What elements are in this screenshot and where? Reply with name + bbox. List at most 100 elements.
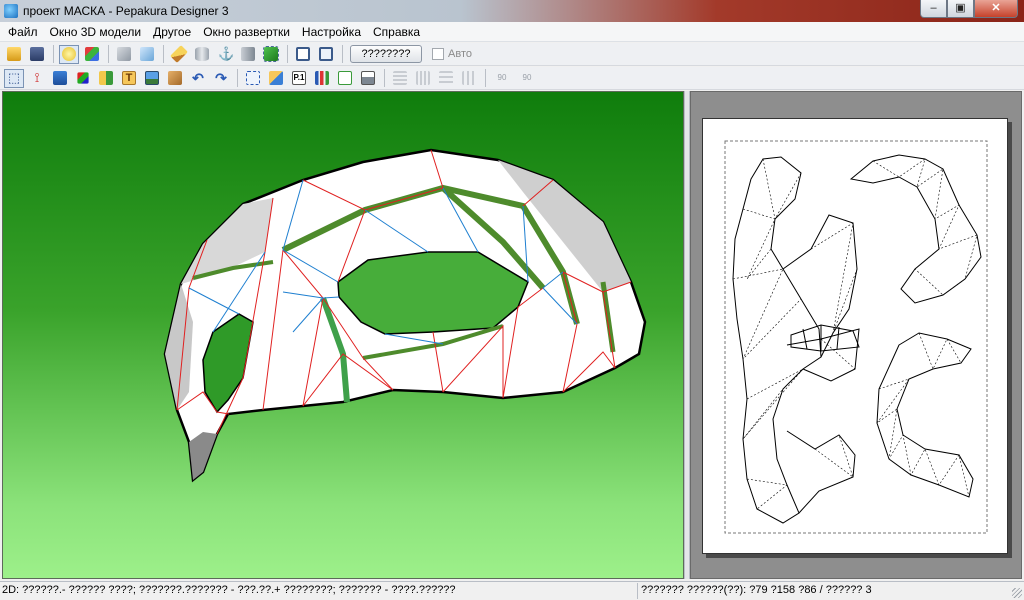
print-page (702, 118, 1008, 554)
floppy-icon (30, 47, 44, 61)
align-left-button[interactable] (390, 69, 410, 88)
status-model-info: ??????? ??????(??): ?79 ?158 ?86 / ?????… (641, 584, 872, 596)
texture-button[interactable] (82, 45, 102, 64)
maximize-button[interactable]: ▣ (947, 0, 974, 18)
rotate-left-icon: 90 (497, 73, 507, 82)
auto-label: Авто (448, 48, 472, 60)
print-button[interactable] (358, 69, 378, 88)
app-icon (4, 4, 18, 18)
auto-checkbox[interactable] (432, 48, 444, 60)
menu-3d-window[interactable]: Окно 3D модели (44, 22, 148, 42)
align-top-icon (416, 71, 430, 85)
edge-icon: ⟟ (34, 70, 40, 85)
unfold-2d-view[interactable] (690, 91, 1022, 579)
pencil-icon (170, 45, 188, 63)
toolbar-separator (485, 69, 486, 87)
unfold-pattern (724, 140, 988, 534)
menu-unfold-window[interactable]: Окно развертки (197, 22, 296, 42)
unfold-part-top-right (849, 154, 982, 304)
preview-icon (338, 71, 352, 85)
cube-icon (117, 47, 131, 61)
align-right-icon (462, 71, 476, 85)
menu-file[interactable]: Файл (2, 22, 44, 42)
color-pencils-icon (77, 72, 89, 84)
window-icon (319, 47, 333, 61)
align-center-icon (439, 71, 453, 85)
toolbar-separator (108, 45, 109, 63)
printer-icon (361, 71, 375, 85)
cursor-icon: ⬚ (7, 70, 21, 85)
open-button[interactable] (4, 45, 24, 64)
undo-button[interactable]: ↶ (188, 69, 208, 88)
box-front-button[interactable] (137, 45, 157, 64)
redo-button[interactable]: ↷ (211, 69, 231, 88)
edge-tool-button[interactable]: ⟟ (27, 69, 47, 88)
select-cube-icon (263, 46, 279, 62)
toolbar-separator (163, 45, 164, 63)
toolbar-separator (53, 45, 54, 63)
object-icon (241, 47, 255, 61)
status-separator (637, 583, 638, 599)
arrange-button[interactable] (266, 69, 286, 88)
box-icon (168, 71, 182, 85)
undo-icon: ↶ (192, 70, 204, 86)
auto-checkbox-group: Авто (432, 48, 472, 60)
align-right-button[interactable] (459, 69, 479, 88)
image-icon (145, 71, 159, 85)
unfold-button[interactable]: ???????? (350, 45, 422, 63)
unfold-toolbar: ⬚ ⟟ T ↶ ↷ P.1 90 90 (0, 67, 1024, 90)
page-button[interactable]: P.1 (289, 69, 309, 88)
mask-eye-hole (337, 251, 529, 335)
resize-grip-icon[interactable] (1012, 588, 1022, 598)
status-bar: 2D: ??????.- ?????? ????; ???????.??????… (0, 581, 1024, 600)
flap-icon (53, 71, 67, 85)
box-cut-button[interactable] (165, 69, 185, 88)
cube-blue-icon (140, 47, 154, 61)
box-view-button[interactable] (114, 45, 134, 64)
redo-icon: ↷ (215, 70, 227, 86)
color-edge-button[interactable] (73, 69, 93, 88)
toolbar-separator (384, 69, 385, 87)
cylinder-button[interactable] (192, 45, 212, 64)
menu-other[interactable]: Другое (147, 22, 197, 42)
save-button[interactable] (27, 45, 47, 64)
print-preview-button[interactable] (335, 69, 355, 88)
mask-3d-model (163, 148, 647, 483)
object-button[interactable] (238, 45, 258, 64)
unfold-part-bottom-right-folds (876, 332, 970, 498)
align-center-button[interactable] (436, 69, 456, 88)
model-3d-view[interactable] (2, 91, 684, 579)
rotate-right-button[interactable]: 90 (516, 69, 538, 88)
light-button[interactable] (59, 44, 79, 64)
minimize-button[interactable]: – (920, 0, 947, 18)
text-icon: T (122, 71, 136, 85)
fit-page-button[interactable] (243, 69, 263, 88)
anchor-icon: ⚓ (218, 46, 235, 61)
menu-bar: Файл Окно 3D модели Другое Окно развертк… (0, 22, 1024, 42)
status-hint-text: 2D: ??????.- ?????? ????; ???????.??????… (2, 584, 456, 596)
select-tool-button[interactable]: ⬚ (4, 68, 24, 88)
menu-help[interactable]: Справка (367, 22, 426, 42)
menu-settings[interactable]: Настройка (296, 22, 367, 42)
lightbulb-icon (62, 47, 76, 61)
align-left-icon (393, 71, 407, 85)
join-icon (99, 71, 113, 85)
cylinder-icon (195, 47, 209, 61)
align-top-button[interactable] (413, 69, 433, 88)
anchor-button[interactable]: ⚓ (215, 45, 235, 64)
chart-button[interactable] (312, 69, 332, 88)
window-split-icon (296, 47, 310, 61)
layout-split-button[interactable] (293, 45, 313, 64)
flap-button[interactable] (50, 69, 70, 88)
page-icon: P.1 (292, 71, 306, 85)
text-button[interactable]: T (119, 69, 139, 88)
layout-single-button[interactable] (316, 45, 336, 64)
close-button[interactable]: ✕ (974, 0, 1018, 18)
select-part-button[interactable] (261, 45, 281, 64)
image-button[interactable] (142, 69, 162, 88)
rotate-left-button[interactable]: 90 (491, 69, 513, 88)
join-button[interactable] (96, 69, 116, 88)
title-bar: проект МАСКА - Pepakura Designer 3 – ▣ ✕ (0, 0, 1024, 22)
pencil-button[interactable] (169, 45, 189, 64)
rotate-right-icon: 90 (522, 73, 532, 82)
